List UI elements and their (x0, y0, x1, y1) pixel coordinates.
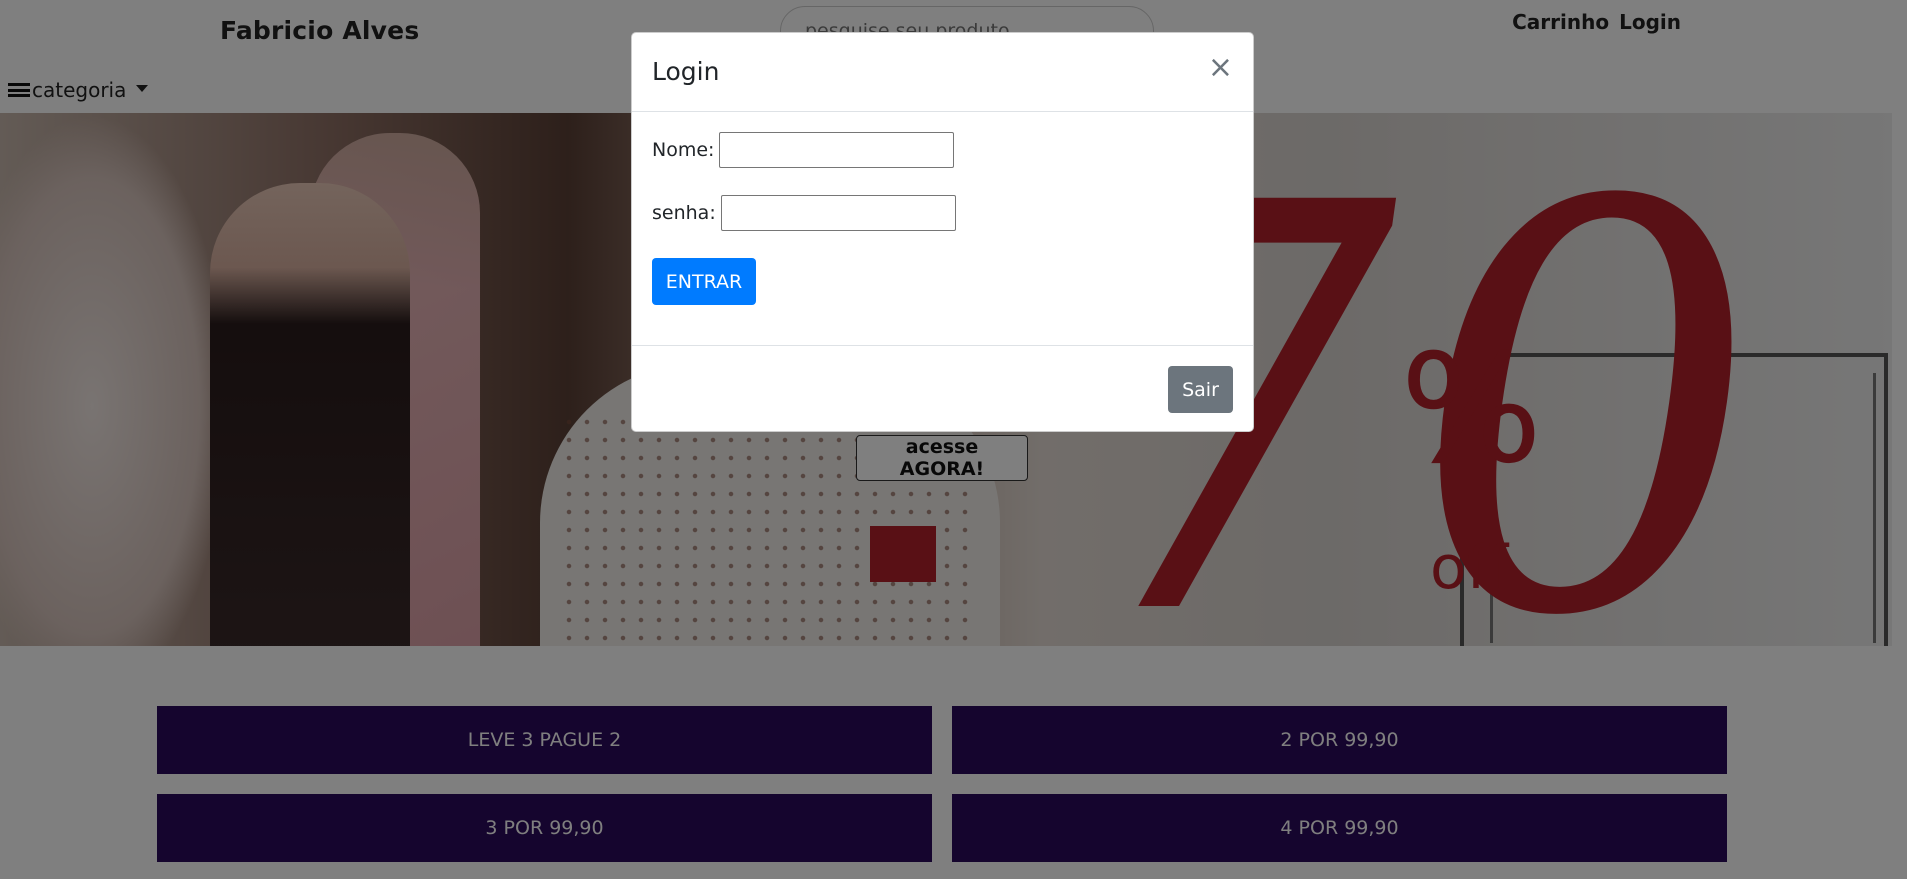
exit-button[interactable]: Sair (1168, 366, 1233, 413)
password-input[interactable] (720, 195, 956, 231)
login-modal: Login × Nome: senha: ENTRAR Sair (631, 32, 1254, 432)
name-label: Nome: (652, 139, 715, 161)
password-field-row: senha: (652, 195, 956, 231)
modal-title: Login (652, 57, 720, 86)
modal-header: Login × (632, 33, 1253, 112)
modal-footer: Sair (632, 345, 1253, 432)
login-submit-button[interactable]: ENTRAR (652, 258, 756, 305)
modal-body: Nome: senha: ENTRAR (632, 112, 1253, 350)
close-icon[interactable]: × (1208, 53, 1233, 83)
name-field-row: Nome: (652, 132, 955, 168)
password-label: senha: (652, 202, 716, 224)
name-input[interactable] (719, 132, 955, 168)
